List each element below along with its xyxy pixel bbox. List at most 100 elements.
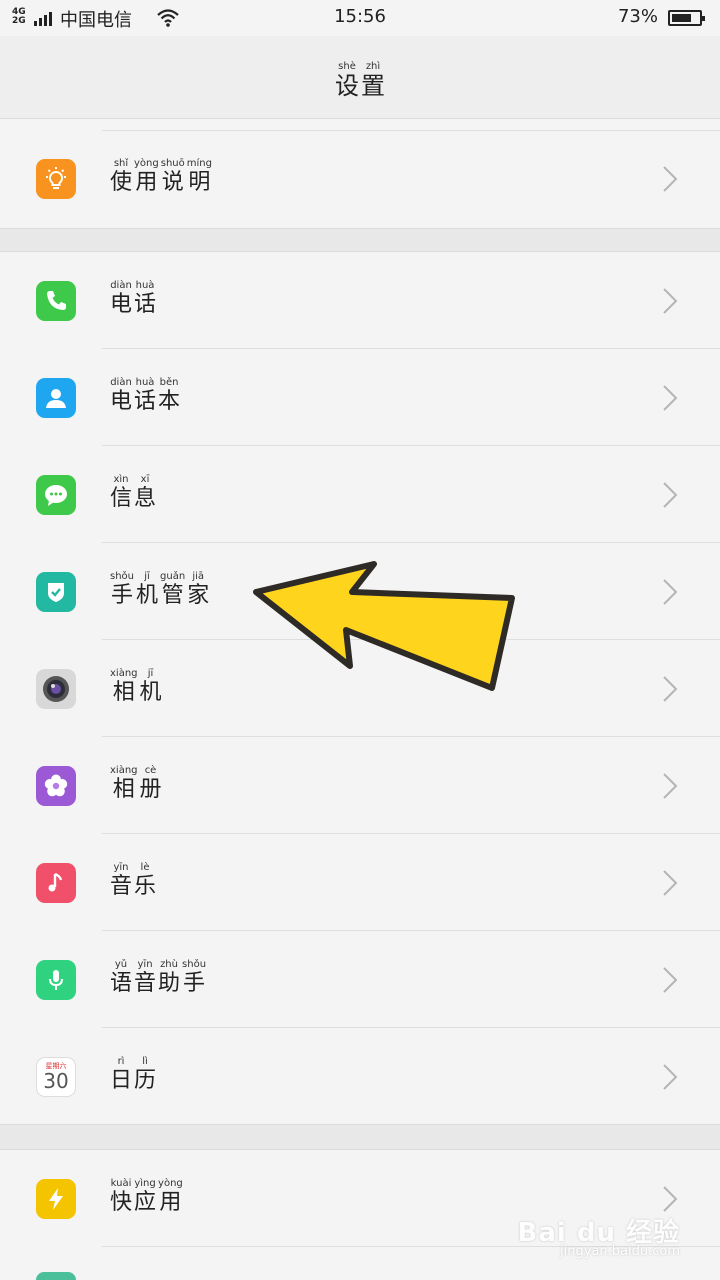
ruby-char: jī 机	[136, 571, 158, 609]
ruby-char: xī 息	[134, 474, 156, 512]
clock: 15:56	[334, 6, 386, 27]
settings-item-label: yīn 音 lè 乐	[110, 862, 156, 900]
microphone-icon	[36, 960, 76, 1000]
hanzi: 相	[112, 680, 135, 705]
ruby-char: běn 本	[158, 377, 180, 415]
pinyin: diàn	[110, 280, 132, 291]
ruby-char: shǒu 手	[110, 571, 134, 609]
ruby-char: guǎn 管	[160, 571, 185, 609]
chevron-right-icon	[662, 1063, 678, 1091]
hanzi: 息	[134, 486, 157, 511]
pinyin: jī	[147, 668, 154, 679]
pinyin: shǐ	[113, 158, 129, 169]
yellow-arrow-annotation	[253, 561, 515, 691]
hanzi: 历	[134, 1068, 157, 1093]
pinyin: huà	[135, 280, 155, 291]
ruby-char: lè 乐	[134, 862, 156, 900]
settings-item-music[interactable]: yīn 音 lè 乐	[0, 834, 720, 931]
pinyin: lè	[140, 862, 150, 873]
chevron-right-icon	[662, 578, 678, 606]
settings-item-label: diàn 电 huà 话 běn 本	[110, 377, 180, 415]
ruby-char: zhù 助	[158, 959, 180, 997]
ruby-char: huà 话	[134, 280, 156, 318]
ruby-char: diàn 电	[110, 377, 132, 415]
settings-item-label: shǐ 使 yòng 用 shuō 说 míng 明	[110, 158, 212, 196]
settings-item-messages[interactable]: xìn 信 xī 息	[0, 446, 720, 543]
contacts-icon-glyph	[46, 389, 66, 408]
hanzi: 话	[134, 389, 157, 414]
settings-item-label: shǒu 手 jī 机 guǎn 管 jiā 家	[110, 571, 209, 609]
pinyin: jiā	[192, 571, 205, 582]
hanzi: 话	[134, 292, 157, 317]
pinyin: rì	[117, 1056, 125, 1067]
pinyin: yǔ	[114, 959, 128, 970]
music-note-icon-glyph	[48, 872, 63, 892]
ruby-char: yìng 应	[134, 1178, 156, 1216]
chevron-right-icon	[662, 287, 678, 315]
lightning-icon-glyph	[49, 1188, 63, 1210]
chevron-right-icon	[662, 1185, 678, 1213]
ruby-char: shǐ 使	[110, 158, 132, 196]
shield-icon-glyph	[48, 583, 64, 602]
chevron-right-icon	[662, 772, 678, 800]
ruby-char: shǒu 手	[182, 959, 206, 997]
hanzi: 明	[188, 170, 211, 195]
phone-icon	[36, 281, 76, 321]
pinyin: yīn	[113, 862, 129, 873]
hanzi: 机	[136, 583, 159, 608]
hanzi: 信	[110, 486, 133, 511]
watermark-url: jingyan.baidu.com	[560, 1244, 680, 1259]
pinyin: lì	[142, 1056, 148, 1067]
hanzi: 电	[110, 292, 133, 317]
ruby-char: shuō 说	[161, 158, 185, 196]
lightbulb-icon	[36, 159, 76, 199]
pinyin: xiàng	[110, 765, 138, 776]
pinyin: huà	[135, 377, 155, 388]
flower-icon-glyph	[44, 774, 68, 797]
settings-item-label: xiàng 相 jī 机	[110, 668, 162, 706]
microphone-icon-glyph	[49, 970, 63, 990]
settings-item-manual[interactable]: shǐ 使 yòng 用 shuō 说 míng 明	[0, 130, 720, 227]
hanzi: 机	[139, 680, 162, 705]
lightning-icon	[36, 1179, 76, 1219]
pinyin: xìn	[113, 474, 129, 485]
hanzi: 日	[110, 1068, 133, 1093]
settings-item-label: yǔ 语 yīn 音 zhù 助 shǒu 手	[110, 959, 206, 997]
pinyin: xī	[140, 474, 150, 485]
pinyin: míng	[186, 158, 212, 169]
pinyin: diàn	[110, 377, 132, 388]
settings-item-album[interactable]: xiàng 相 cè 册	[0, 737, 720, 834]
settings-item-contacts[interactable]: diàn 电 huà 话 běn 本	[0, 349, 720, 446]
ruby-char: míng 明	[187, 158, 212, 196]
chevron-right-icon	[662, 481, 678, 509]
chevron-right-icon	[662, 675, 678, 703]
ruby-char: xiàng 相	[110, 668, 138, 706]
hanzi: 使	[110, 170, 133, 195]
ruby-char: yǔ 语	[110, 959, 132, 997]
battery-percent: 73%	[617, 6, 658, 27]
music-note-icon	[36, 863, 76, 903]
hanzi: 乐	[134, 874, 157, 899]
settings-item-phone[interactable]: diàn 电 huà 话	[0, 252, 720, 349]
pinyin: xiàng	[110, 668, 138, 679]
pinyin: yīn	[137, 959, 153, 970]
camera-icon	[36, 669, 76, 709]
settings-item-partial[interactable]	[36, 1272, 76, 1280]
chevron-right-icon	[662, 869, 678, 897]
message-icon	[36, 475, 76, 515]
ruby-char: huà 话	[134, 377, 156, 415]
hanzi: 音	[110, 874, 133, 899]
pinyin: běn	[159, 377, 179, 388]
status-bar: 4G 2G 中国电信 15:56 73%	[0, 0, 720, 36]
settings-item-calendar[interactable]: 星期六 30 rì 日 lì 历	[0, 1028, 720, 1125]
shield-icon	[36, 572, 76, 612]
hanzi: 本	[158, 389, 181, 414]
calendar-day: 30	[43, 1069, 69, 1093]
hanzi: 管	[161, 583, 184, 608]
hanzi: 音	[134, 971, 157, 996]
flower-icon	[36, 766, 76, 806]
hanzi: 手	[183, 971, 206, 996]
pinyin: jī	[144, 571, 150, 582]
pinyin: yòng	[134, 158, 159, 169]
settings-item-voice-assistant[interactable]: yǔ 语 yīn 音 zhù 助 shǒu 手	[0, 931, 720, 1028]
